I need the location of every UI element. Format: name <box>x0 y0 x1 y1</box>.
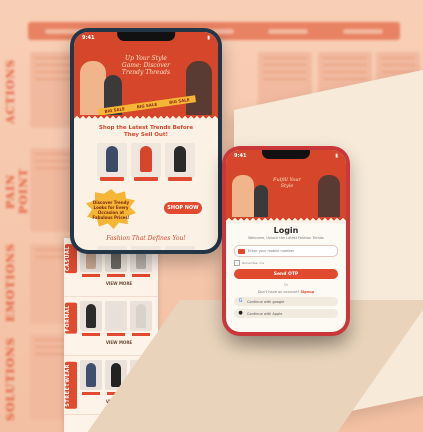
login-subtitle: Welcome, Unlock the Latest Fashion Trend… <box>248 236 324 240</box>
row-label-emotions: EMOTIONS <box>4 242 17 322</box>
product-card[interactable] <box>97 143 127 181</box>
product-card[interactable] <box>131 246 161 250</box>
country-flag-icon[interactable] <box>238 248 245 254</box>
send-otp-button[interactable]: Send OTP <box>234 269 338 279</box>
shop-trends-heading: Shop the Latest Trends Before They Sell … <box>98 125 194 138</box>
apple-login-button[interactable]: ● Continue with Apple <box>234 309 338 318</box>
row-label-pain-point: PAIN POINT <box>4 167 30 215</box>
category-tag: STREETWEAR <box>65 362 77 409</box>
google-icon: G <box>238 298 243 304</box>
model-image <box>80 61 106 115</box>
apple-login-label: Continue with Apple <box>247 311 283 316</box>
zigzag-divider <box>226 217 346 223</box>
shop-now-button[interactable]: SHOP NOW <box>164 202 202 214</box>
product-row <box>74 246 218 250</box>
phone-mockup-login: 9:41 ▮ Fulfill Your Style Login Welcome,… <box>222 146 350 336</box>
mockup-canvas: ACTIONS PAIN POINT EMOTIONS SOLUTIONS CA… <box>0 0 423 432</box>
login-title: Login <box>273 226 299 235</box>
view-more-link[interactable]: VIEW MORE <box>80 340 158 345</box>
remember-me-row[interactable]: Remember me <box>234 260 338 266</box>
row-label-actions: ACTIONS <box>4 58 17 124</box>
login-hero-banner: Fulfill Your Style <box>226 165 346 217</box>
view-more-link[interactable]: VIEW MORE <box>80 281 158 286</box>
fashion-tagline: Fashion That Defines You! <box>106 235 186 242</box>
product-row <box>74 143 218 181</box>
phone-notch <box>117 32 175 41</box>
product-card[interactable] <box>80 301 102 336</box>
mobile-number-input[interactable] <box>248 249 328 253</box>
home-screen: 9:41 ▮ Up Your Style Game: Discover Tren… <box>74 32 218 250</box>
promo-banner: Discover Trendy Looks for Every Occasion… <box>80 189 212 229</box>
status-time: 9:41 <box>82 35 95 41</box>
mobile-number-field[interactable] <box>234 245 338 257</box>
category-tag: FORMAL <box>65 303 77 334</box>
row-label-solutions: SOLUTIONS <box>4 336 17 422</box>
google-login-label: Continue with google <box>247 299 285 304</box>
product-card[interactable] <box>80 360 102 395</box>
model-image <box>318 175 340 217</box>
hero-tagline: Fulfill Your Style <box>273 177 301 189</box>
promo-text: Discover Trendy Looks for Every Occasion… <box>92 200 130 220</box>
home-hero-banner[interactable]: Up Your Style Game: Discover Trendy Thre… <box>74 47 218 115</box>
model-image <box>186 61 212 115</box>
header-pill <box>268 28 309 34</box>
status-time: 9:41 <box>234 153 247 159</box>
login-screen: 9:41 ▮ Fulfill Your Style Login Welcome,… <box>226 150 346 332</box>
signup-link[interactable]: Signup <box>300 290 314 294</box>
header-pill <box>342 28 383 34</box>
google-login-button[interactable]: G Continue with google <box>234 297 338 306</box>
apple-icon: ● <box>238 310 243 316</box>
product-card[interactable] <box>130 301 152 336</box>
remember-label: Remember me <box>242 261 265 265</box>
ribbon-text: BIG SALE <box>136 101 158 110</box>
product-card[interactable] <box>165 246 195 250</box>
signup-prefix: Don't have an account? <box>257 290 300 294</box>
zigzag-divider <box>74 115 218 121</box>
product-card[interactable] <box>97 246 127 250</box>
category-section-formal: FORMAL VIEW MORE <box>64 297 158 356</box>
product-card[interactable] <box>165 143 195 181</box>
battery-icon: ▮ <box>207 35 210 41</box>
phone-notch <box>262 150 310 159</box>
remember-checkbox[interactable] <box>234 260 240 266</box>
model-image <box>232 175 254 217</box>
product-card[interactable] <box>131 143 161 181</box>
hero-tagline: Up Your Style Game: Discover Trendy Thre… <box>121 55 171 76</box>
battery-icon: ▮ <box>335 153 338 159</box>
phone-mockup-home: 9:41 ▮ Up Your Style Game: Discover Tren… <box>70 28 222 254</box>
model-image <box>254 185 268 217</box>
product-card[interactable] <box>105 301 127 336</box>
or-divider: Or <box>283 283 289 287</box>
signup-prompt: Don't have an account? Signup <box>226 290 346 294</box>
